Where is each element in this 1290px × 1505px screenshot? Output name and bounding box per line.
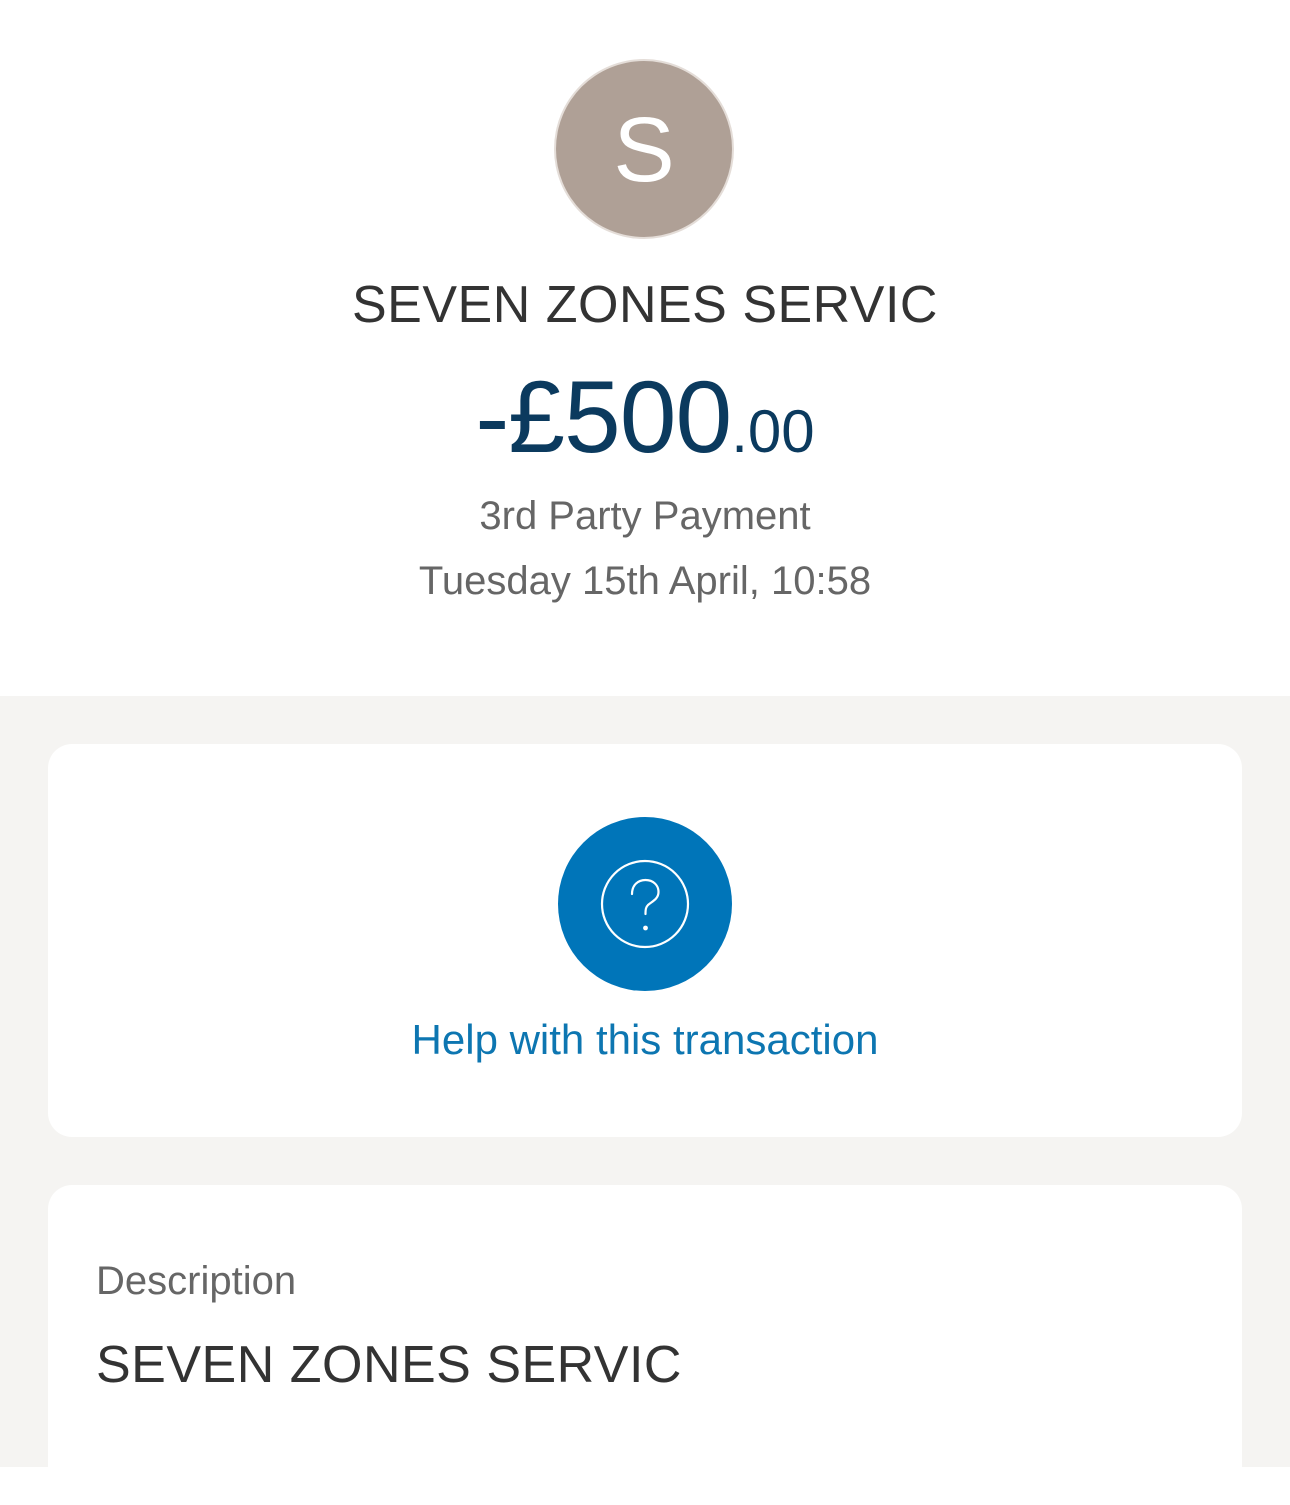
merchant-name: SEVEN ZONES SERVIC	[352, 276, 938, 334]
transaction-datetime: Tuesday 15th April, 10:58	[418, 559, 872, 603]
help-link[interactable]: Help with this transaction	[48, 1012, 1242, 1068]
help-button[interactable]	[558, 817, 732, 991]
avatar-initial: S	[613, 99, 675, 201]
amount-pence: .00	[731, 398, 815, 465]
transaction-header: S SEVEN ZONES SERVIC -£500.00 3rd Party …	[0, 0, 1290, 696]
help-card[interactable]: Help with this transaction	[48, 744, 1242, 1137]
transaction-amount: -£500.00	[0, 362, 1290, 503]
description-value: SEVEN ZONES SERVIC	[96, 1336, 682, 1394]
merchant-avatar: S	[556, 61, 732, 237]
transaction-type: 3rd Party Payment	[479, 494, 811, 538]
details-area: Help with this transaction Description S…	[0, 696, 1290, 1505]
amount-main: -£500	[475, 360, 732, 474]
description-label: Description	[96, 1259, 297, 1303]
description-card: Description SEVEN ZONES SERVIC	[48, 1185, 1242, 1505]
question-circle-icon	[600, 859, 690, 949]
